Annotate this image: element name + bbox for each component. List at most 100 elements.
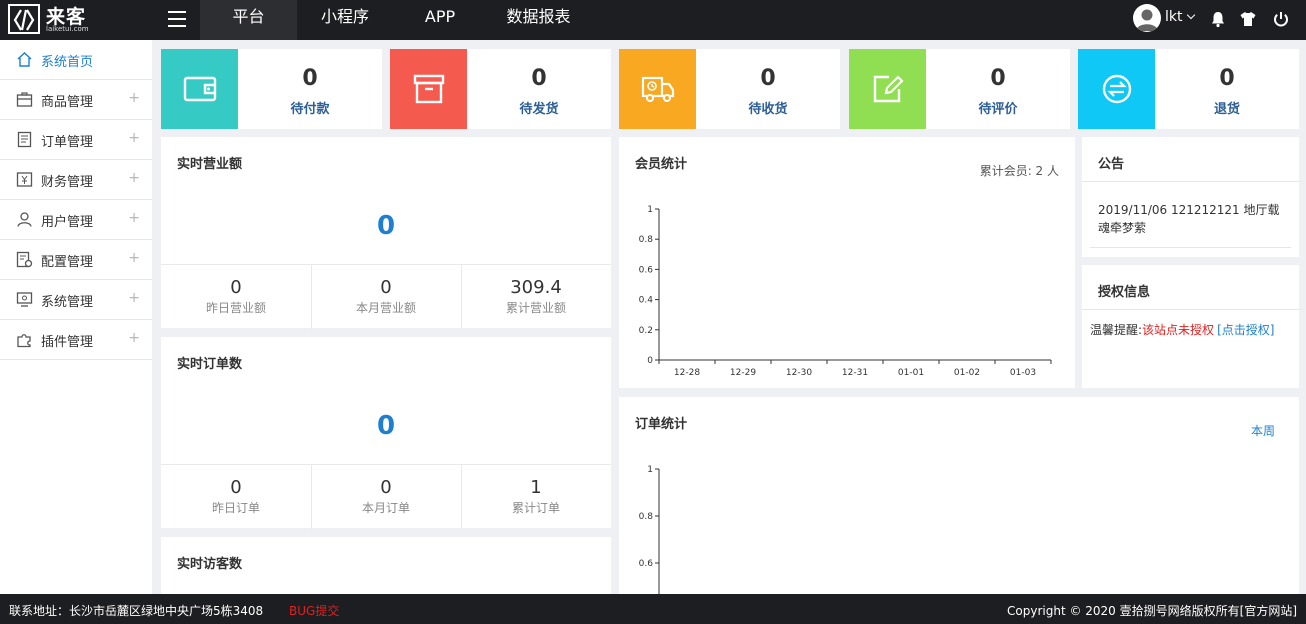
orders-yesterday: 0 昨日订单 — [161, 465, 311, 529]
plus-icon[interactable]: + — [128, 290, 140, 306]
stat-card-pending-review[interactable]: 0 待评价 — [849, 49, 1070, 129]
panel-title: 订单统计 — [635, 417, 688, 432]
x-tick-label: 01-01 — [898, 368, 924, 378]
yen-icon — [16, 171, 33, 188]
sidebar-item-config[interactable]: 配置管理 + — [0, 240, 152, 280]
license-panel: 授权信息 温馨提醒:该站点未授权 [点击授权] — [1082, 265, 1299, 388]
plus-icon[interactable]: + — [128, 90, 140, 106]
plus-icon[interactable]: + — [128, 210, 140, 226]
stat-value: 0 — [1219, 66, 1235, 91]
y-tick-label: 0.6 — [639, 265, 654, 275]
sidebar: 系统首页 商品管理 + 订单管理 + 财务管理 + 用户管理 + 配置管理 + — [0, 40, 152, 594]
notice-text[interactable]: 2019/11/06 121212121 地厅载魂牵梦萦 — [1098, 201, 1283, 237]
username[interactable]: lkt — [1165, 9, 1183, 25]
sidebar-item-home[interactable]: 系统首页 — [0, 40, 152, 80]
tab-app[interactable]: APP — [393, 0, 487, 40]
notice-panel: 公告 2019/11/06 121212121 地厅载魂牵梦萦 — [1082, 137, 1299, 257]
puzzle-icon — [16, 331, 33, 348]
divider — [1082, 181, 1299, 182]
visitors-panel: 实时访客数 — [161, 537, 611, 594]
stat-label: 待付款 — [290, 102, 330, 117]
period-selector[interactable]: 本周 — [1251, 422, 1275, 439]
stat-value: 0 — [531, 66, 547, 91]
user-area: lkt — [1126, 0, 1306, 40]
sidebar-item-system[interactable]: 系统管理 + — [0, 280, 152, 320]
footer-copyright[interactable]: Copyright © 2020 壹拾捌号网络版权所有[官方网站] — [1007, 602, 1297, 619]
footer-address: 联系地址：长沙市岳麓区绿地中央广场5栋3408 — [9, 604, 264, 618]
summary-label: 本月订单 — [361, 501, 410, 515]
truck-icon — [641, 76, 675, 102]
stat-card-returns[interactable]: 0 退货 — [1078, 49, 1299, 129]
menu-toggle-icon[interactable] — [168, 11, 186, 27]
revenue-total: 309.4 累计营业额 — [461, 265, 611, 329]
sidebar-item-users[interactable]: 用户管理 + — [0, 200, 152, 240]
shirt-icon[interactable] — [1239, 10, 1257, 28]
orders-panel: 实时订单数 0 0 昨日订单 0 本月订单 1 累计订单 — [161, 337, 611, 529]
sidebar-item-label: 插件管理 — [41, 335, 94, 350]
plus-icon[interactable]: + — [128, 130, 140, 146]
revenue-yesterday: 0 昨日营业额 — [161, 265, 311, 329]
stat-icon-box — [1078, 49, 1155, 129]
order-line-chart: 0.6 0.8 1 — [639, 465, 660, 594]
panel-title: 实时订单数 — [177, 357, 243, 372]
sidebar-item-label: 财务管理 — [41, 175, 94, 190]
stat-card-pending-payment[interactable]: 0 待付款 — [161, 49, 382, 129]
stat-label: 待发货 — [519, 102, 559, 117]
stat-value: 0 — [302, 66, 318, 91]
return-icon — [1102, 74, 1132, 104]
archive-icon — [413, 74, 445, 104]
summary-value: 0 — [230, 277, 242, 298]
stat-card-pending-shipment[interactable]: 0 待发货 — [390, 49, 611, 129]
bell-icon[interactable] — [1209, 10, 1227, 28]
plus-icon[interactable]: + — [128, 330, 140, 346]
summary-label: 累计营业额 — [505, 301, 566, 315]
stat-label: 待收货 — [748, 102, 788, 117]
brand-domain: laiketui.com — [46, 25, 89, 33]
stat-label: 待评价 — [978, 102, 1018, 117]
tab-data-report[interactable]: 数据报表 — [487, 0, 590, 40]
sidebar-item-orders[interactable]: 订单管理 + — [0, 120, 152, 160]
chevron-down-icon[interactable] — [1186, 10, 1196, 20]
x-tick-label: 12-31 — [842, 368, 868, 378]
sidebar-item-goods[interactable]: 商品管理 + — [0, 80, 152, 120]
summary-label: 昨日订单 — [211, 501, 260, 515]
order-stats-panel: 订单统计 本周 0.6 0.8 1 — [619, 397, 1299, 594]
summary-label: 本月营业额 — [355, 301, 416, 315]
power-icon[interactable] — [1272, 10, 1290, 28]
summary-value: 1 — [530, 477, 542, 498]
wallet-icon — [183, 76, 217, 102]
authorize-link[interactable]: [点击授权] — [1217, 323, 1274, 337]
stat-card-pending-receipt[interactable]: 0 待收货 — [619, 49, 840, 129]
x-tick-label: 12-28 — [674, 368, 700, 378]
revenue-today-value: 0 — [376, 211, 396, 241]
license-text: 温馨提醒:该站点未授权 [点击授权] — [1090, 321, 1295, 338]
sidebar-item-plugins[interactable]: 插件管理 + — [0, 320, 152, 360]
tab-platform[interactable]: 平台 — [200, 0, 297, 40]
logo[interactable]: 来客 laiketui.com — [8, 2, 108, 36]
stat-icon-box — [161, 49, 238, 129]
plus-icon[interactable]: + — [128, 170, 140, 186]
orders-summary-row: 0 昨日订单 0 本月订单 1 累计订单 — [161, 464, 611, 529]
summary-label: 累计订单 — [511, 501, 560, 515]
user-icon — [16, 211, 33, 228]
stat-icon-box — [390, 49, 467, 129]
orders-total: 1 累计订单 — [461, 465, 611, 529]
summary-value: 0 — [380, 277, 392, 298]
avatar[interactable] — [1133, 4, 1161, 32]
summary-value: 0 — [230, 477, 242, 498]
tab-mini-program[interactable]: 小程序 — [297, 0, 393, 40]
logo-mark-icon — [8, 4, 40, 34]
y-tick-label: 0.4 — [639, 296, 654, 306]
stat-value: 0 — [990, 66, 1006, 91]
sidebar-item-finance[interactable]: 财务管理 + — [0, 160, 152, 200]
y-tick-label: 0.8 — [639, 235, 654, 245]
y-tick-label: 0.2 — [639, 326, 653, 336]
sidebar-item-label: 配置管理 — [41, 255, 94, 270]
plus-icon[interactable]: + — [128, 250, 140, 266]
sidebar-item-label: 系统管理 — [41, 295, 94, 310]
panel-title: 授权信息 — [1098, 285, 1151, 300]
member-total: 累计会员: 2 人 — [979, 164, 1059, 178]
license-warning: 该站点未授权 — [1142, 323, 1215, 337]
panel-title: 实时访客数 — [177, 557, 243, 572]
bug-report-link[interactable]: BUG提交 — [289, 602, 339, 619]
